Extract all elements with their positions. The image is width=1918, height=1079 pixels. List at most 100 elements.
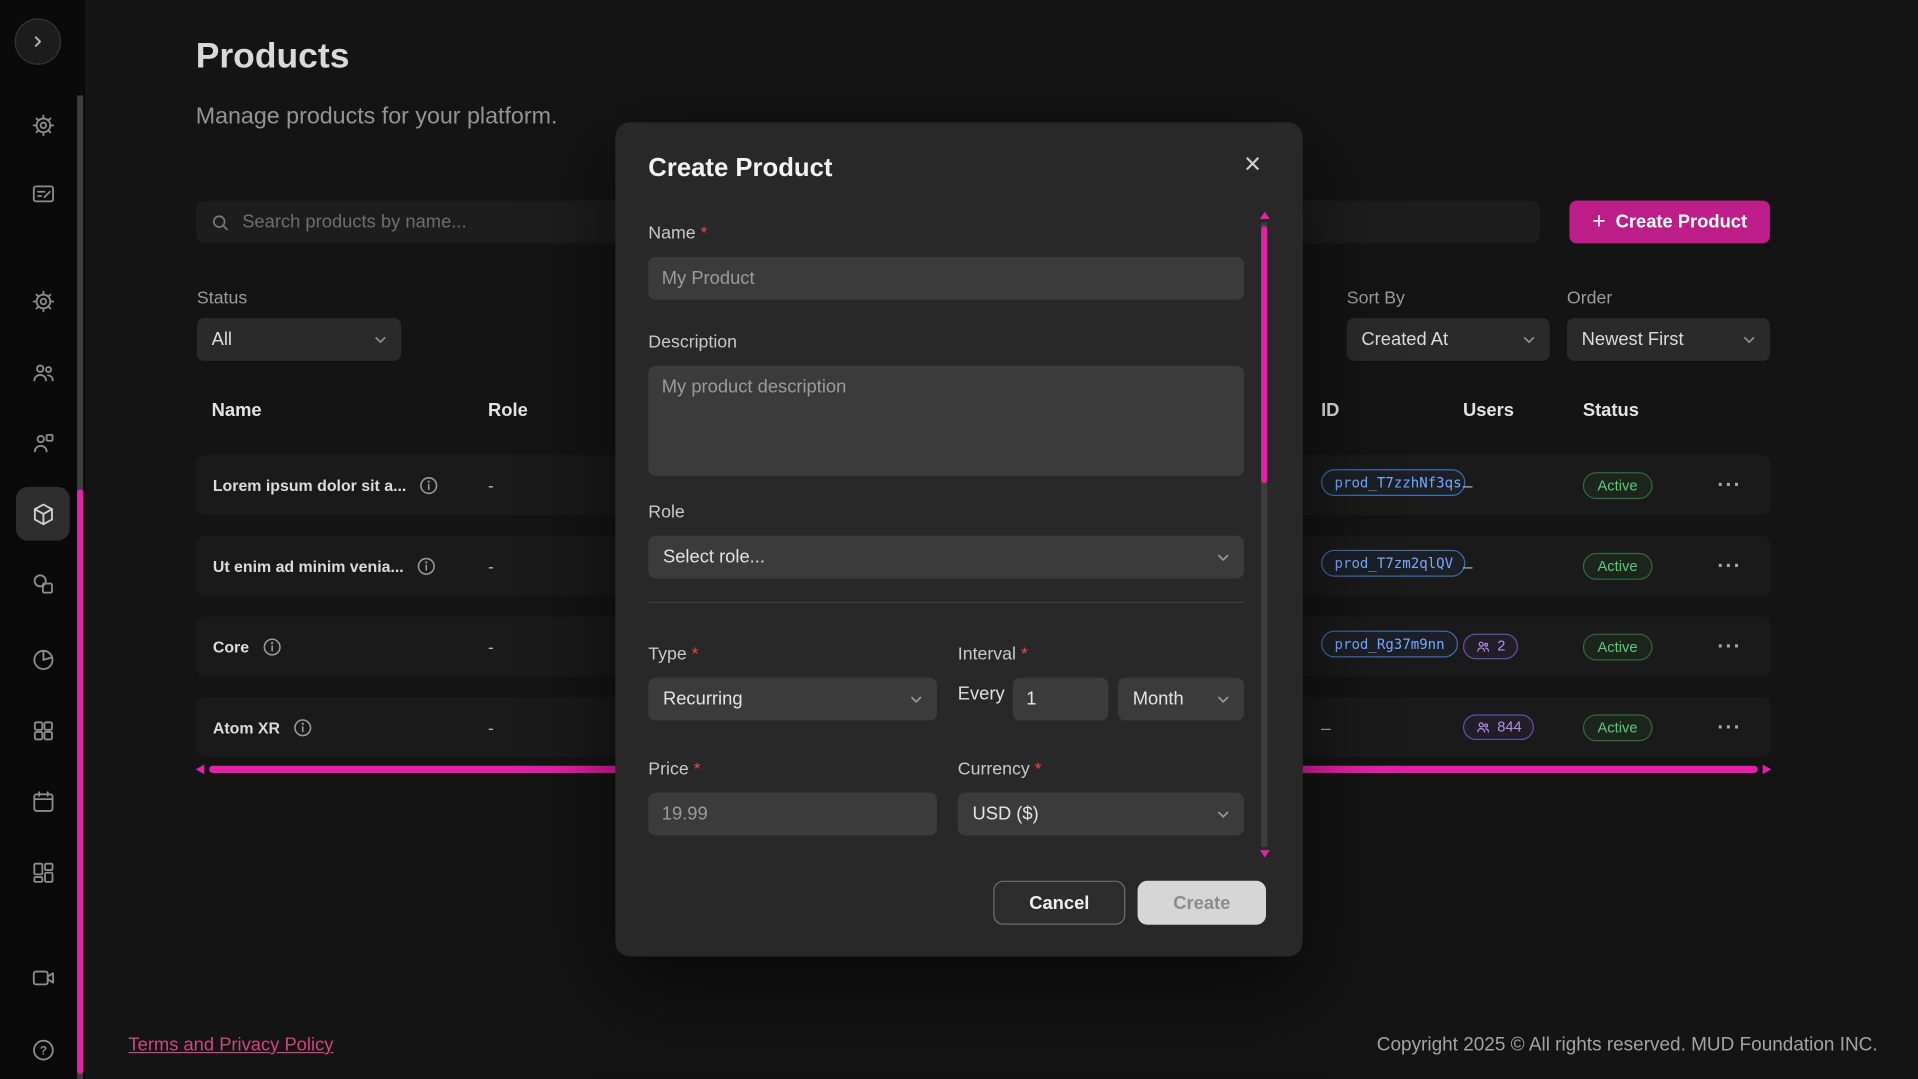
sidebar-item-users[interactable] xyxy=(16,345,70,399)
column-header-users: Users xyxy=(1463,400,1514,421)
create-submit-button[interactable]: Create xyxy=(1138,881,1266,925)
cancel-button[interactable]: Cancel xyxy=(993,881,1125,925)
chevron-down-icon xyxy=(908,691,925,708)
info-icon[interactable] xyxy=(261,636,282,657)
price-field-label: Price* xyxy=(648,760,700,780)
sidebar-item-help[interactable]: ? xyxy=(16,1023,70,1077)
sidebar-item-notes[interactable] xyxy=(16,166,70,220)
chevron-right-icon xyxy=(29,33,46,50)
modal-scrollbar[interactable] xyxy=(1261,223,1267,847)
product-id-badge[interactable]: prod_Rg37m9nn xyxy=(1321,630,1458,657)
dialog-title: Create Product xyxy=(648,154,832,183)
row-actions-button[interactable]: ··· xyxy=(1717,554,1741,578)
sidebar-item-apps[interactable] xyxy=(16,703,70,757)
product-role: - xyxy=(488,637,494,657)
interval-count-input[interactable] xyxy=(1013,678,1108,721)
required-marker: * xyxy=(1021,645,1028,665)
create-product-dialog: Create Product × Name* Description Role … xyxy=(615,122,1302,956)
product-name: Core xyxy=(213,637,249,655)
grid-icon xyxy=(30,717,56,743)
terms-privacy-link[interactable]: Terms and Privacy Policy xyxy=(128,1035,333,1056)
interval-unit-select[interactable]: Month xyxy=(1118,678,1244,721)
status-badge: Active xyxy=(1583,714,1652,741)
product-name: Lorem ipsum dolor sit a... xyxy=(213,476,407,494)
vertical-scrollbar-thumb[interactable] xyxy=(77,489,83,1074)
column-header-name: Name xyxy=(212,400,262,421)
close-icon[interactable]: × xyxy=(1237,149,1269,181)
create-product-button-label: Create Product xyxy=(1616,212,1748,233)
status-filter-value: All xyxy=(212,329,232,350)
name-field[interactable] xyxy=(648,257,1244,300)
calendar-icon xyxy=(30,788,56,814)
description-field-label: Description xyxy=(648,333,737,353)
sort-by-select[interactable]: Created At xyxy=(1347,318,1550,361)
modal-scrollbar-thumb[interactable] xyxy=(1261,226,1267,483)
sidebar-item-integrations[interactable] xyxy=(16,557,70,611)
info-icon[interactable] xyxy=(292,717,313,738)
description-field[interactable] xyxy=(648,366,1244,476)
column-header-role: Role xyxy=(488,400,528,421)
product-id-badge[interactable]: prod_T7zzhNf3qs xyxy=(1321,468,1465,495)
type-select[interactable]: Recurring xyxy=(648,678,937,721)
column-header-status: Status xyxy=(1583,400,1639,421)
sidebar-collapse-button[interactable] xyxy=(15,18,61,64)
package-icon xyxy=(30,501,56,527)
required-marker: * xyxy=(701,224,708,244)
video-icon xyxy=(30,965,56,991)
sidebar-item-media[interactable] xyxy=(16,950,70,1004)
name-label-text: Name xyxy=(648,224,695,244)
interval-every-label: Every xyxy=(958,684,1005,705)
row-actions-button[interactable]: ··· xyxy=(1717,634,1741,658)
required-marker: * xyxy=(1035,760,1042,780)
role-select-value: Select role... xyxy=(663,547,765,568)
scroll-left-arrow-icon[interactable] xyxy=(196,765,205,775)
chevron-down-icon xyxy=(1215,691,1232,708)
role-select[interactable]: Select role... xyxy=(648,536,1244,579)
order-select[interactable]: Newest First xyxy=(1567,318,1770,361)
product-name: Ut enim ad minim venia... xyxy=(213,557,404,575)
modal-scroll-down-arrow-icon[interactable] xyxy=(1260,850,1270,857)
row-actions-button[interactable]: ··· xyxy=(1717,715,1741,739)
status-badge: Active xyxy=(1583,552,1652,579)
product-id-badge[interactable]: prod_T7zm2qlQV xyxy=(1321,549,1465,576)
sidebar-item-settings[interactable] xyxy=(16,98,70,152)
order-value: Newest First xyxy=(1582,329,1684,350)
plus-icon: + xyxy=(1592,210,1606,233)
sidebar-item-products[interactable] xyxy=(16,487,70,541)
sidebar-item-analytics[interactable] xyxy=(16,632,70,686)
page-title: Products xyxy=(196,37,350,77)
row-actions-button[interactable]: ··· xyxy=(1717,473,1741,497)
product-id: – xyxy=(1321,717,1331,737)
type-select-value: Recurring xyxy=(663,689,743,710)
chevron-down-icon xyxy=(1215,805,1232,822)
scroll-right-arrow-icon[interactable] xyxy=(1763,765,1772,775)
sidebar-item-preferences[interactable] xyxy=(16,274,70,328)
currency-select-value: USD ($) xyxy=(972,804,1038,825)
sidebar-item-roles[interactable] xyxy=(16,416,70,470)
price-label-text: Price xyxy=(648,760,688,780)
status-badge: Active xyxy=(1583,472,1652,499)
info-icon[interactable] xyxy=(419,475,440,496)
create-product-button[interactable]: + Create Product xyxy=(1569,201,1770,244)
currency-field-label: Currency* xyxy=(958,760,1042,780)
users-count-badge: 844 xyxy=(1463,714,1534,740)
screen: ? Products Manage products for your plat… xyxy=(0,0,1918,1079)
sidebar: ? xyxy=(0,0,87,1079)
sidebar-item-layout[interactable] xyxy=(16,845,70,899)
vertical-scrollbar[interactable] xyxy=(77,95,83,1078)
column-header-id: ID xyxy=(1321,400,1339,421)
status-filter-select[interactable]: All xyxy=(197,318,401,361)
chevron-down-icon xyxy=(1520,331,1537,348)
sidebar-item-calendar[interactable] xyxy=(16,774,70,828)
users-count: 2 xyxy=(1497,637,1505,654)
product-role: - xyxy=(488,475,494,495)
info-icon[interactable] xyxy=(416,555,437,576)
product-users: – xyxy=(1463,556,1473,576)
search-icon xyxy=(210,212,230,232)
chevron-down-icon xyxy=(372,331,389,348)
price-field[interactable] xyxy=(648,793,937,836)
currency-select[interactable]: USD ($) xyxy=(958,793,1244,836)
users-count-badge: 2 xyxy=(1463,633,1518,659)
modal-scroll-up-arrow-icon[interactable] xyxy=(1260,212,1270,219)
users-icon xyxy=(1475,638,1491,654)
